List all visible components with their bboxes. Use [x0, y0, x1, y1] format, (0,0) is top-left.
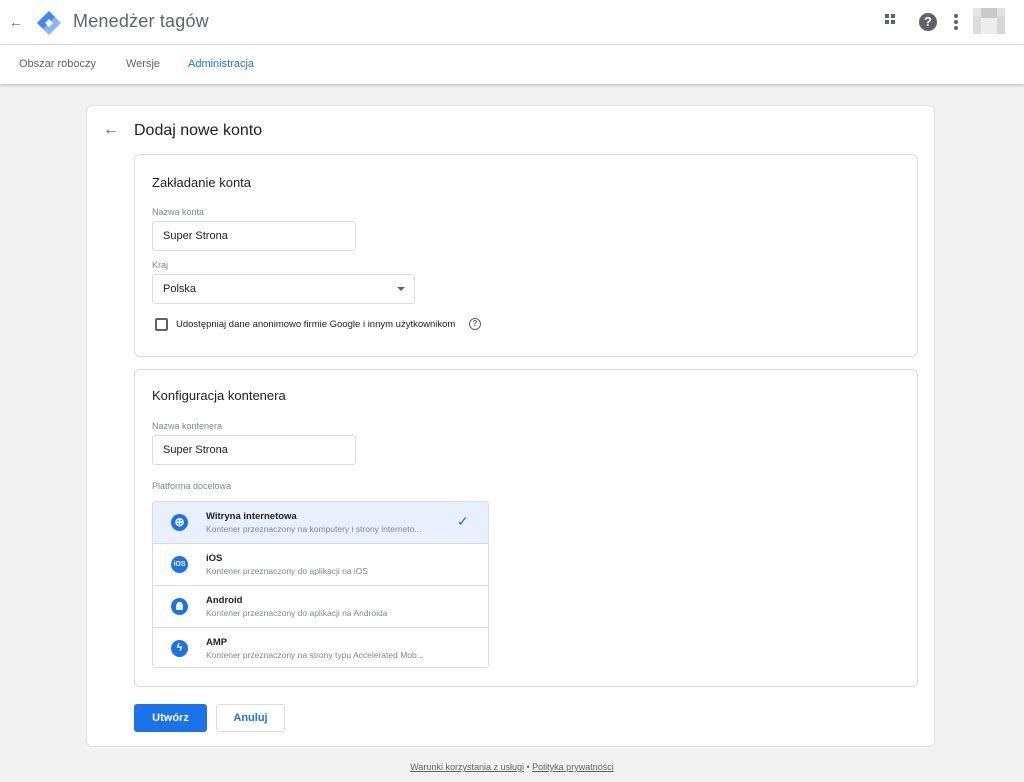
platform-option-android[interactable]: Android Kontener przeznaczony do aplikac…	[153, 586, 488, 628]
country-label: Kraj	[152, 260, 169, 270]
platform-description: Kontener przeznaczony na komputery i str…	[206, 524, 422, 534]
amp-icon: ϟ	[171, 640, 188, 657]
help-icon[interactable]: ?	[469, 318, 481, 330]
arrow-back-icon[interactable]: ←	[103, 121, 119, 139]
create-button[interactable]: Utwórz	[134, 704, 207, 732]
account-name-label: Nazwa konta	[152, 207, 205, 217]
globe-icon: ⊕	[171, 514, 188, 531]
page-footer: Warunki korzystania z usługi • Polityka …	[0, 762, 1024, 772]
privacy-link[interactable]: Polityka prywatności	[532, 762, 614, 772]
container-setup-section: Konfiguracja kontenera Nazwa kontenera S…	[134, 369, 918, 687]
platform-option-ios[interactable]: iOS iOS Kontener przeznaczony do aplikac…	[153, 544, 488, 586]
new-account-card: ← Dodaj nowe konto Zakładanie konta Nazw…	[86, 105, 935, 747]
platform-label: Platforma docelowa	[152, 481, 232, 491]
terms-link[interactable]: Warunki korzystania z usługi	[410, 762, 524, 772]
platform-name: Witryna internetowa	[206, 511, 297, 522]
section-title: Zakładanie konta	[152, 175, 252, 190]
nav-tabs: Obszar roboczy Wersje Administracja	[0, 45, 1024, 84]
platform-name: Android	[206, 595, 243, 606]
platform-option-amp[interactable]: ϟ AMP Kontener przeznaczony na strony ty…	[153, 628, 488, 667]
share-data-label: Udostępniaj dane anonimowo firmie Google…	[176, 319, 456, 330]
app-title: Menedżer tagów	[73, 11, 209, 31]
android-icon	[171, 598, 188, 615]
cancel-button[interactable]: Anuluj	[216, 704, 285, 732]
tab-admin[interactable]: Administracja	[188, 58, 254, 70]
help-icon[interactable]: ?	[919, 13, 937, 31]
tab-versions[interactable]: Wersje	[126, 58, 160, 70]
account-avatar[interactable]	[973, 8, 1005, 34]
platform-option-web[interactable]: ⊕ Witryna internetowa Kontener przeznacz…	[153, 502, 488, 544]
container-name-input[interactable]: Super Strona	[152, 435, 356, 465]
platform-list: ⊕ Witryna internetowa Kontener przeznacz…	[152, 501, 489, 668]
platform-description: Kontener przeznaczony do aplikacji na iO…	[206, 566, 369, 576]
country-value: Polska	[163, 283, 197, 295]
platform-name: iOS	[206, 553, 223, 564]
page-title: Dodaj nowe konto	[134, 122, 263, 139]
arrow-back-icon[interactable]: ←	[6, 12, 26, 32]
share-data-checkbox[interactable]	[155, 318, 168, 331]
container-name-label: Nazwa kontenera	[152, 421, 223, 431]
tag-manager-logo	[37, 11, 61, 35]
apps-grid-icon[interactable]	[885, 14, 901, 30]
country-select[interactable]: Polska	[152, 274, 415, 304]
platform-description: Kontener przeznaczony do aplikacji na An…	[206, 608, 388, 618]
more-vert-icon[interactable]	[950, 12, 962, 32]
platform-name: AMP	[206, 637, 228, 648]
account-setup-section: Zakładanie konta Nazwa konta Super Stron…	[134, 154, 918, 357]
section-title: Konfiguracja kontenera	[152, 388, 286, 403]
footer-separator: •	[526, 762, 530, 772]
tab-workspace[interactable]: Obszar roboczy	[19, 58, 96, 70]
dropdown-arrow-icon	[397, 287, 405, 291]
check-icon: ✓	[457, 513, 469, 529]
ios-icon: iOS	[171, 556, 188, 573]
account-name-input[interactable]: Super Strona	[152, 221, 356, 251]
app-header: ← Menedżer tagów ?	[0, 0, 1024, 45]
platform-description: Kontener przeznaczony na strony typu Acc…	[206, 650, 424, 660]
